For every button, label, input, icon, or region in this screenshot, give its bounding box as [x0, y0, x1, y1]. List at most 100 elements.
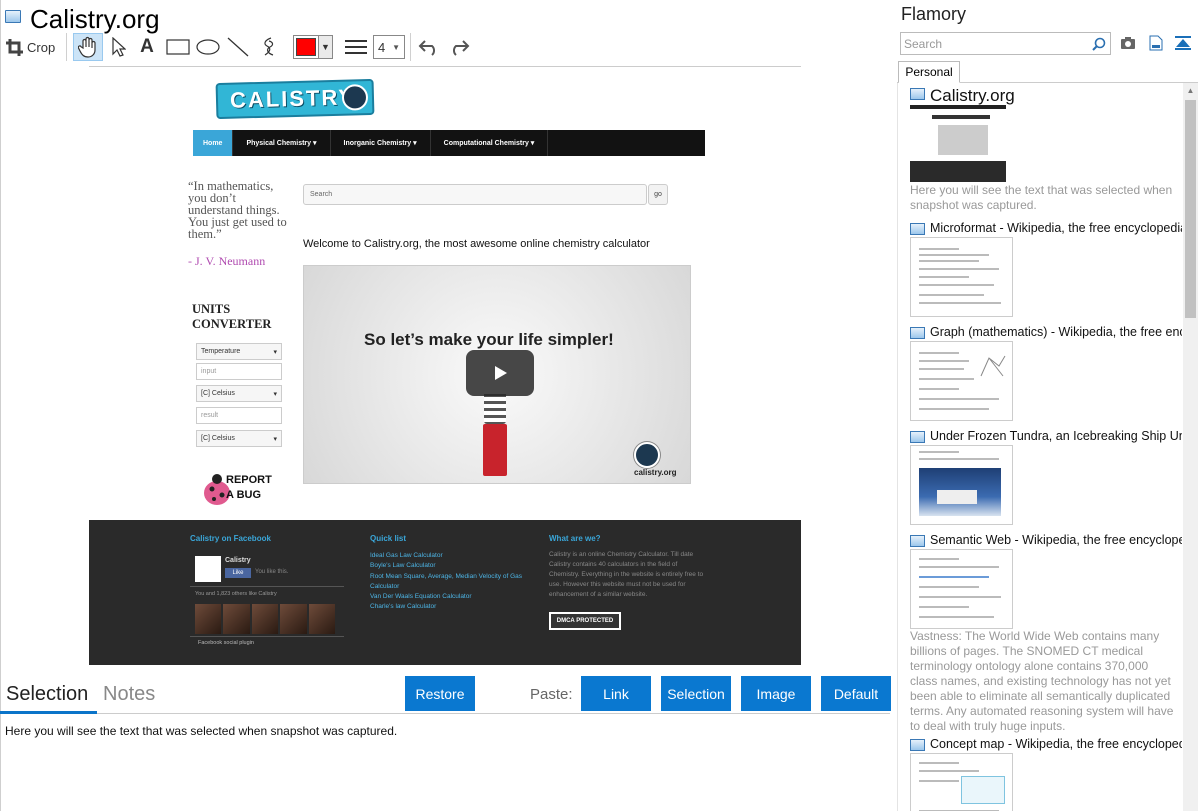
- fb-page-name: Calistry: [225, 557, 251, 564]
- ellipse-tool-button[interactable]: [195, 33, 221, 61]
- rectangle-tool-button[interactable]: [165, 33, 191, 61]
- nav-item-computational: Computational Chemistry ▾: [431, 130, 549, 156]
- crop-label: Crop: [27, 39, 56, 55]
- text-tool-icon: A: [140, 36, 154, 57]
- scrollbar-thumb[interactable]: [1185, 100, 1196, 318]
- units-input: input: [196, 363, 282, 380]
- crop-button[interactable]: Crop: [6, 33, 60, 61]
- page-snapshot-icon: [910, 223, 925, 235]
- tab-personal[interactable]: Personal: [898, 61, 960, 83]
- redo-button[interactable]: [446, 33, 472, 61]
- selection-text: Here you will see the text that was sele…: [5, 724, 398, 738]
- flamory-title: Flamory: [901, 4, 967, 24]
- line-width-icon: [345, 40, 367, 54]
- units-select-value: Temperature: [201, 348, 241, 355]
- list-item-thumbnail[interactable]: [910, 549, 1013, 629]
- tab-notes[interactable]: Notes: [103, 683, 155, 706]
- document-button[interactable]: [1149, 35, 1163, 56]
- site-nav: Home Physical Chemistry ▾ Inorganic Chem…: [193, 130, 705, 156]
- quick-link: Root Mean Square, Average, Median Veloci…: [370, 573, 522, 580]
- paste-image-button[interactable]: Image: [741, 676, 811, 711]
- quick-link: Charle's law Calculator: [370, 603, 437, 610]
- fb-you-like: You like this.: [255, 569, 289, 575]
- report-bug-banner: REPORT A BUG: [202, 467, 272, 507]
- window-border: [0, 0, 1, 811]
- toolbar-divider: [410, 33, 411, 61]
- units-from-value: [C] Celsius: [201, 390, 235, 397]
- site-welcome-text: Welcome to Calistry.org, the most awesom…: [303, 238, 650, 250]
- list-item-title[interactable]: Under Frozen Tundra, an Icebreaking Ship…: [930, 429, 1182, 443]
- list-item-title[interactable]: Microformat - Wikipedia, the free encycl…: [930, 221, 1182, 235]
- flask-icon: [634, 442, 660, 468]
- search-icon: [1092, 37, 1106, 51]
- fb-divider: [190, 636, 344, 637]
- line-width-select[interactable]: 4 ▼: [373, 35, 405, 59]
- list-item-title[interactable]: Concept map - Wikipedia, the free encycl…: [930, 737, 1182, 751]
- quick-link: Boyle's Law Calculator: [370, 562, 436, 569]
- collapse-button[interactable]: [1175, 35, 1191, 56]
- text-tool-button[interactable]: A: [135, 33, 159, 61]
- restore-button[interactable]: Restore: [405, 676, 475, 711]
- chevron-down-icon: ▼: [392, 42, 400, 52]
- hand-tool-button[interactable]: [73, 33, 103, 61]
- site-footer: Calistry on Facebook Calistry Like You l…: [89, 520, 801, 665]
- footer-what-heading: What are we?: [549, 534, 601, 543]
- page-snapshot-icon: [910, 88, 925, 100]
- fb-like-button: Like: [225, 568, 251, 578]
- quick-link: Calculator: [370, 583, 400, 590]
- quick-link: Van Der Waals Equation Calculator: [370, 593, 472, 600]
- line-width-value: 4: [378, 39, 386, 55]
- list-item-title[interactable]: Graph (mathematics) - Wikipedia, the fre…: [930, 325, 1182, 339]
- fb-photo: [223, 604, 250, 634]
- list-item-thumbnail[interactable]: [910, 753, 1013, 811]
- color-picker-button[interactable]: ▼: [293, 35, 333, 59]
- site-search-go: go: [648, 184, 668, 205]
- flamory-search-input[interactable]: Search: [900, 32, 1111, 55]
- footer-quick-heading: Quick list: [370, 534, 407, 543]
- active-tab-indicator: [0, 711, 97, 714]
- scroll-up-icon[interactable]: ▲: [1183, 83, 1198, 98]
- tab-selection[interactable]: Selection: [6, 683, 88, 706]
- paste-default-button[interactable]: Default: [821, 676, 891, 711]
- undo-button[interactable]: [416, 33, 442, 61]
- color-swatch: [296, 38, 316, 56]
- list-item-thumbnail[interactable]: [910, 105, 1006, 182]
- list-item-note: Vastness: The World Wide Web contains ma…: [910, 629, 1174, 733]
- ellipse-icon: [196, 39, 220, 55]
- site-video: So let’s make your life simpler! calistr…: [303, 265, 691, 484]
- fb-others: You and 1,823 others like Calistry: [195, 591, 277, 597]
- nav-item-physical: Physical Chemistry ▾: [233, 130, 331, 156]
- list-item-thumbnail[interactable]: [910, 445, 1013, 525]
- list-item-title[interactable]: Calistry.org: [930, 86, 1182, 106]
- paste-selection-button[interactable]: Selection: [661, 676, 731, 711]
- nav-item-inorganic: Inorganic Chemistry ▾: [331, 130, 431, 156]
- camera-button[interactable]: [1120, 36, 1136, 55]
- units-select: Temperature ▾: [196, 343, 282, 360]
- line-tool-button[interactable]: [225, 33, 251, 61]
- page-title: Calistry.org: [30, 4, 160, 34]
- video-figure-legs: [483, 424, 507, 476]
- site-search-input: Search: [303, 184, 647, 205]
- line-width-button[interactable]: [343, 33, 369, 61]
- facebook-widget: Calistry Like You like this. You and 1,8…: [190, 550, 344, 654]
- nav-label: Inorganic Chemistry: [343, 139, 412, 147]
- play-icon: [466, 350, 534, 396]
- freehand-tool-button[interactable]: [255, 33, 281, 61]
- snapshot-preview[interactable]: CALISTRY Home Physical Chemistry ▾ Inorg…: [89, 66, 801, 665]
- paste-label: Paste:: [530, 686, 573, 703]
- fb-photo: [195, 604, 222, 634]
- list-item-thumbnail[interactable]: [910, 341, 1013, 421]
- freehand-icon: [264, 37, 274, 56]
- list-item-thumbnail[interactable]: [910, 237, 1013, 317]
- site-logo: CALISTRY: [215, 78, 375, 120]
- video-badge-text: calistry.org: [634, 468, 677, 477]
- snapshot-list[interactable]: Calistry.org Here you will see the text …: [897, 83, 1198, 811]
- fb-photo: [280, 604, 307, 634]
- paste-link-button[interactable]: Link: [581, 676, 651, 711]
- nav-label: Computational Chemistry: [443, 139, 529, 147]
- select-tool-button[interactable]: [107, 33, 131, 61]
- fb-photo: [251, 604, 279, 634]
- page-snapshot-icon: [910, 739, 925, 751]
- list-item-title[interactable]: Semantic Web - Wikipedia, the free encyc…: [930, 533, 1182, 547]
- flask-icon: [341, 84, 369, 111]
